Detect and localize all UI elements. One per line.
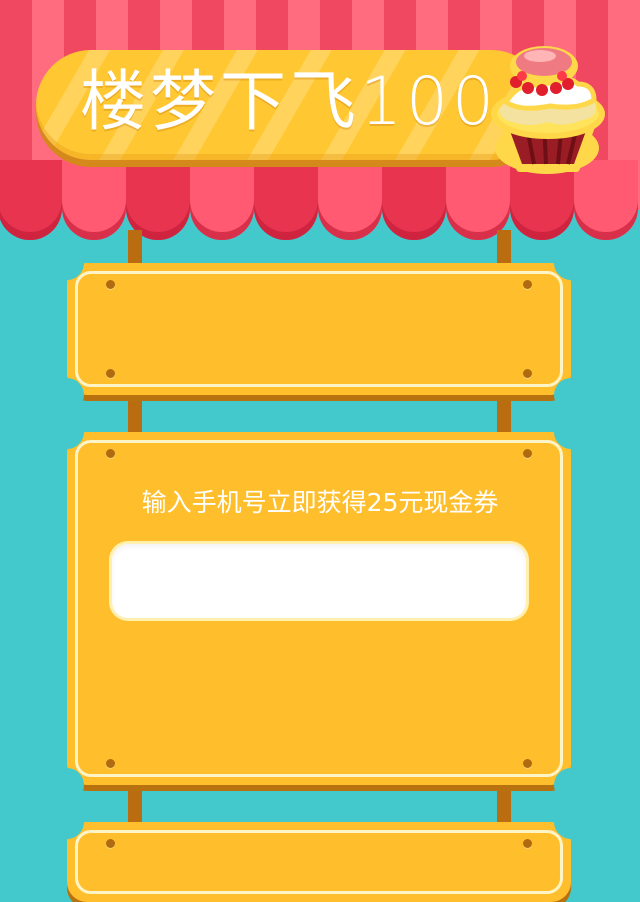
sign-corner [50,768,84,802]
sign-corner [554,378,588,412]
rivet [106,369,115,378]
phone-number-input[interactable] [112,544,526,618]
awning-scallop [254,160,318,240]
sign-corner [50,246,84,280]
sign-corner [50,415,84,449]
awning-scallop [318,160,382,240]
rivet [523,839,532,848]
rivet [523,449,532,458]
phone-prompt-label: 输入手机号立即获得25元现金券 [141,488,499,517]
sign-board-top [50,246,588,412]
sign-border [75,271,563,387]
rivet [523,280,532,289]
sign-corner [50,805,84,839]
awning-scallop [62,160,126,240]
cupcake-icon [491,46,605,174]
rivet [106,759,115,768]
sign-corner [554,768,588,802]
rivet [106,280,115,289]
rivet [523,759,532,768]
sign-corner [554,246,588,280]
sign-board-bottom [50,805,588,902]
awning-scallop [0,160,62,240]
rivet [106,839,115,848]
awning-scallop [190,160,254,240]
page-title: 楼梦下飞100 [80,63,498,140]
rivet [106,449,115,458]
sign-border [75,830,563,894]
sign-corner [554,805,588,839]
awning-scallop [382,160,446,240]
awning-scallop [126,160,190,240]
rivet [523,369,532,378]
sign-corner [50,378,84,412]
sign-corner [554,415,588,449]
